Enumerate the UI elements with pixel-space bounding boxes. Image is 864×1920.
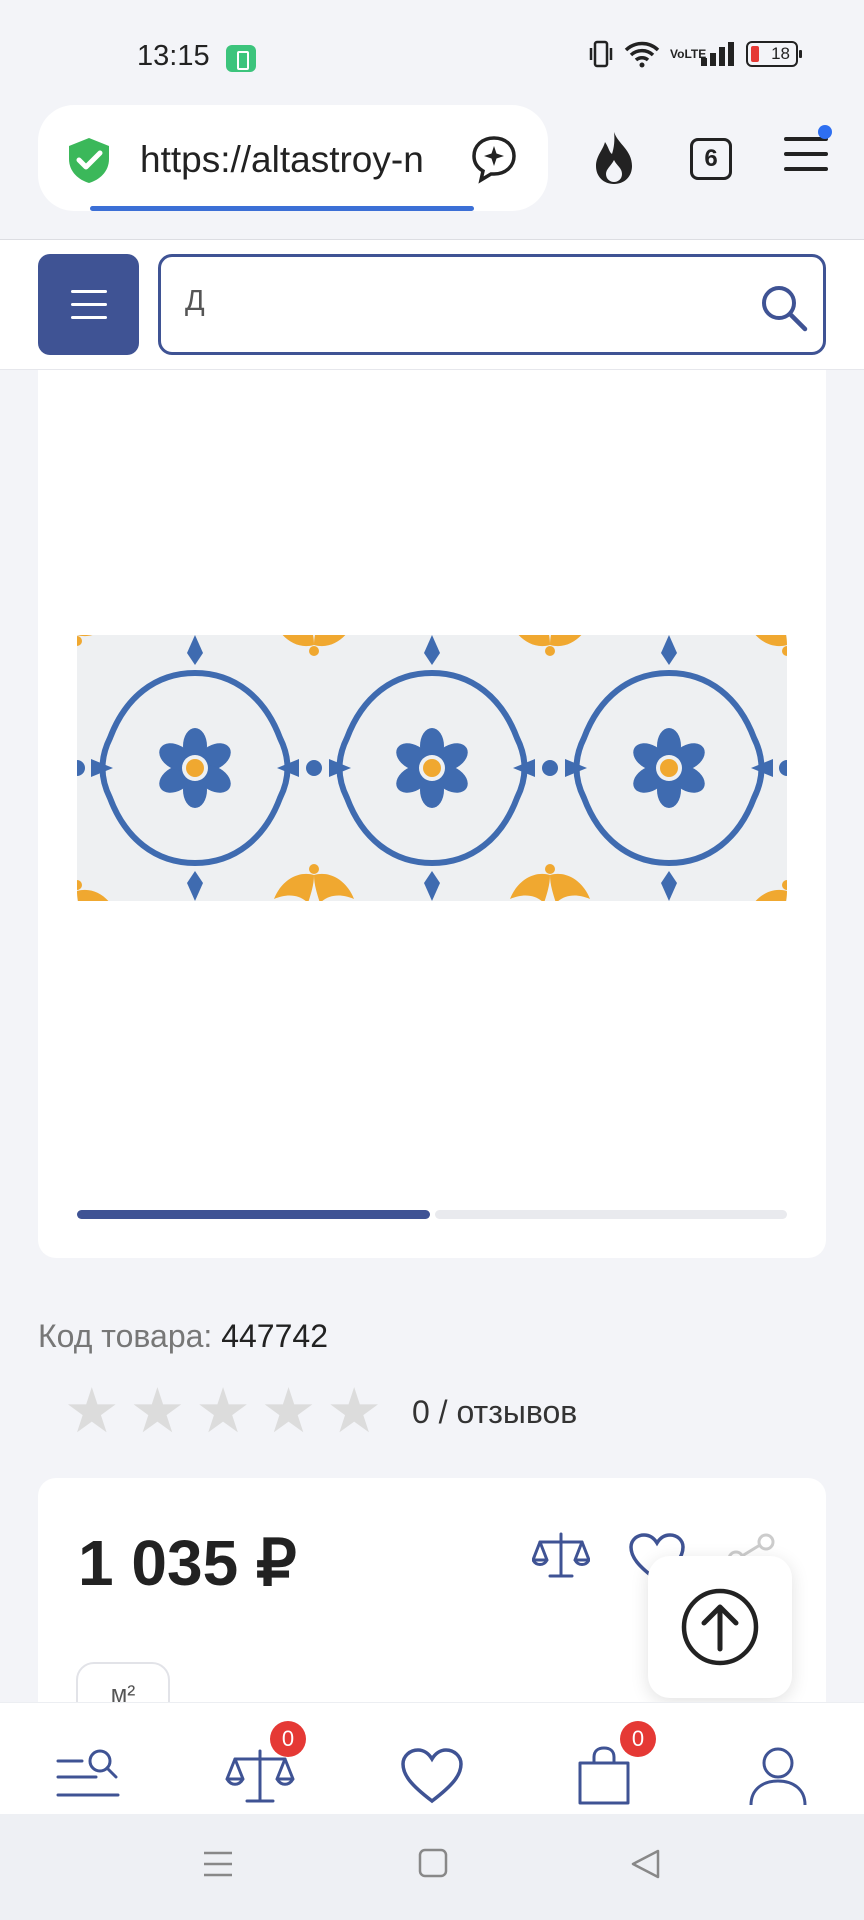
- star-icon[interactable]: ★: [130, 1381, 186, 1443]
- star-icon[interactable]: ★: [195, 1381, 251, 1443]
- ai-assistant-icon[interactable]: [468, 133, 520, 185]
- bag-icon: [578, 1746, 630, 1805]
- status-icons: VoLTE 18: [588, 40, 802, 68]
- volte-icon: VoLTE: [670, 46, 707, 61]
- nav-favorites[interactable]: [382, 1703, 482, 1815]
- bottom-navigation: 0 0: [0, 1702, 864, 1814]
- catalog-menu-button[interactable]: [38, 254, 139, 355]
- home-icon[interactable]: [418, 1848, 448, 1878]
- status-bar: 13:15 VoLTE 18: [0, 0, 864, 110]
- fire-icon[interactable]: [590, 130, 638, 186]
- heart-icon: [401, 1748, 463, 1804]
- star-icon[interactable]: ★: [261, 1381, 317, 1443]
- url-text[interactable]: https://altastroy-n: [140, 139, 485, 181]
- browser-toolbar: https://altastroy-n 6: [0, 100, 864, 240]
- product-gallery: [38, 370, 826, 1258]
- scroll-to-top-button[interactable]: [648, 1556, 792, 1698]
- user-icon: [749, 1747, 807, 1806]
- search-icon[interactable]: [759, 283, 809, 333]
- shield-check-icon: [69, 138, 109, 183]
- nav-profile[interactable]: [728, 1703, 828, 1815]
- gallery-pagination: [77, 1210, 787, 1219]
- browser-menu-button[interactable]: [784, 125, 832, 181]
- tile-pattern: [77, 635, 787, 901]
- search-input[interactable]: [185, 285, 745, 318]
- tabs-button[interactable]: 6: [690, 138, 732, 180]
- vibrate-icon: [589, 40, 613, 68]
- scales-icon[interactable]: [532, 1530, 590, 1582]
- battery-level: 18: [771, 44, 790, 63]
- product-image[interactable]: [77, 635, 787, 901]
- search-box[interactable]: [158, 254, 826, 355]
- status-time: 13:15: [137, 40, 210, 72]
- reviews-link[interactable]: 0 / отзывов: [412, 1394, 577, 1431]
- nav-cart[interactable]: 0: [554, 1703, 656, 1815]
- system-navigation: [0, 1814, 864, 1920]
- product-code-value: 447742: [221, 1318, 328, 1354]
- rating: ★ ★ ★ ★ ★ 0 / отзывов: [64, 1381, 577, 1443]
- site-header: [0, 240, 864, 370]
- product-code: Код товара: 447742: [38, 1318, 328, 1355]
- recents-icon[interactable]: [202, 1848, 234, 1880]
- arrow-up-icon: [681, 1588, 759, 1666]
- address-bar[interactable]: https://altastroy-n: [38, 105, 548, 211]
- gallery-slide-indicator-1[interactable]: [77, 1210, 430, 1219]
- star-icon[interactable]: ★: [64, 1381, 120, 1443]
- star-icon[interactable]: ★: [326, 1381, 382, 1443]
- notification-dot: [818, 125, 832, 139]
- nav-catalog-search[interactable]: [36, 1703, 136, 1815]
- nav-compare[interactable]: 0: [210, 1703, 310, 1815]
- signal-icon: [701, 42, 734, 66]
- compare-badge: 0: [270, 1721, 306, 1757]
- price: 1 035 ₽: [78, 1527, 297, 1599]
- page-load-progress: [90, 206, 474, 211]
- battery-saver-icon: [226, 45, 256, 72]
- back-icon[interactable]: [630, 1848, 660, 1880]
- search-list-icon: [56, 1749, 120, 1797]
- battery-icon: 18: [746, 41, 802, 67]
- wifi-icon: [624, 41, 660, 68]
- cart-badge: 0: [620, 1721, 656, 1757]
- gallery-slide-indicator-2[interactable]: [435, 1210, 787, 1219]
- product-code-label: Код товара:: [38, 1318, 213, 1354]
